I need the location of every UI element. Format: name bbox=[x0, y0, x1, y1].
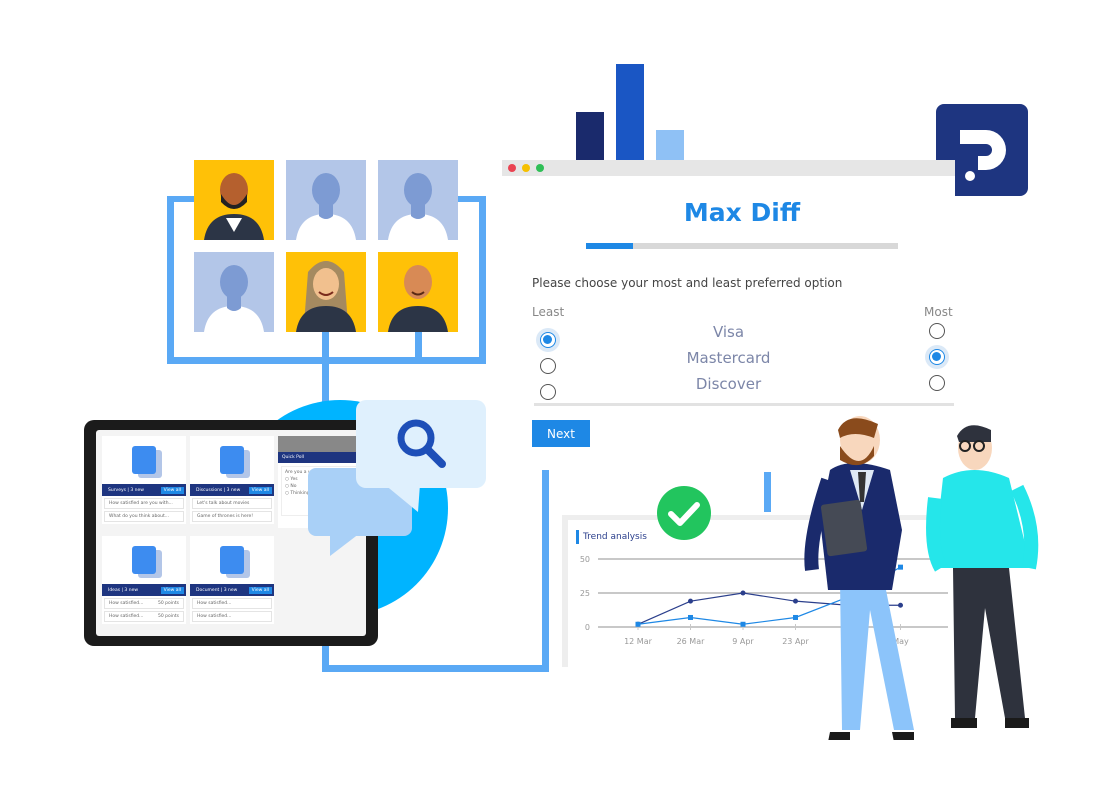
search-icon[interactable] bbox=[394, 416, 450, 472]
card-row[interactable]: How satisfied... bbox=[192, 611, 272, 622]
view-all-button[interactable]: View all bbox=[160, 586, 184, 594]
avatar-placeholder bbox=[378, 160, 458, 240]
option-label: Visa bbox=[712, 323, 745, 341]
data-point bbox=[635, 621, 641, 627]
most-radio[interactable] bbox=[929, 323, 945, 339]
dashboard-card: Ideas | 3 new View all How satisfied... 50… bbox=[102, 536, 186, 624]
least-label: Least bbox=[532, 305, 565, 319]
data-point bbox=[740, 621, 746, 627]
next-button[interactable]: Next bbox=[532, 420, 590, 447]
window-titlebar bbox=[502, 160, 955, 176]
bar-chart-graphic bbox=[576, 64, 686, 160]
avatar-man-bald bbox=[378, 252, 458, 332]
y-tick-label: 25 bbox=[580, 589, 590, 598]
x-tick-label: 12 Mar bbox=[624, 637, 653, 646]
chat-bubble-tail bbox=[330, 530, 364, 556]
data-point bbox=[688, 598, 693, 604]
card-row[interactable]: Game of thrones is here! bbox=[192, 511, 272, 522]
quick-poll-title: Quick Poll bbox=[278, 452, 362, 463]
card-title: Discussions | 3 new bbox=[196, 487, 241, 493]
x-tick-label: 26 Mar bbox=[677, 637, 706, 646]
view-all-button[interactable]: View all bbox=[160, 486, 184, 494]
card-row[interactable]: How satisfied... bbox=[192, 598, 272, 609]
card-row[interactable]: How satisfied... 50 points bbox=[104, 611, 184, 622]
minimize-dot[interactable] bbox=[522, 164, 530, 172]
lightbulb-icon bbox=[102, 536, 186, 584]
data-point bbox=[740, 590, 746, 596]
survey-title: Max Diff bbox=[683, 198, 801, 227]
avatar-placeholder bbox=[194, 252, 274, 332]
dashboard-card: Document | 3 new View all How satisfied..… bbox=[190, 536, 274, 624]
progress-bar bbox=[586, 243, 898, 249]
man-with-glasses-illustration bbox=[926, 425, 1039, 728]
x-tick-label: 9 Apr bbox=[732, 637, 754, 646]
dashboard-card: Discussions | 3 new View all Let's talk a… bbox=[190, 436, 274, 524]
option-label: Discover bbox=[695, 375, 762, 393]
view-all-button[interactable]: View all bbox=[248, 586, 272, 594]
folder-document-icon bbox=[190, 536, 274, 584]
card-title: Document | 3 new bbox=[196, 587, 238, 593]
maximize-dot[interactable] bbox=[536, 164, 544, 172]
data-point bbox=[688, 614, 693, 620]
card-title: Ideas | 3 new bbox=[108, 587, 139, 593]
question-prompt: Please choose your most and least prefer… bbox=[532, 276, 843, 290]
card-title: Surveys | 3 new bbox=[108, 487, 144, 493]
close-dot[interactable] bbox=[508, 164, 516, 172]
dashboard-card: Surveys | 3 new View all How satisfied ar… bbox=[102, 436, 186, 524]
card-row[interactable]: How satisfied... 50 points bbox=[104, 598, 184, 609]
avatar-woman bbox=[286, 252, 366, 332]
divider bbox=[534, 403, 954, 406]
y-tick-label: 0 bbox=[585, 623, 590, 632]
option-label: Mastercard bbox=[686, 349, 771, 367]
view-all-button[interactable]: View all bbox=[248, 486, 272, 494]
y-tick-label: 50 bbox=[580, 555, 590, 564]
survey-clipboard-icon bbox=[102, 436, 186, 484]
chat-bubbles-icon bbox=[190, 436, 274, 484]
card-row[interactable]: How satisfied are you with... bbox=[104, 498, 184, 509]
data-point bbox=[793, 598, 798, 604]
card-row[interactable]: Let's talk about movies bbox=[192, 498, 272, 509]
card-row[interactable]: What do you think about... bbox=[104, 511, 184, 522]
businessman-with-tablet-illustration bbox=[804, 416, 914, 740]
most-label: Most bbox=[924, 305, 953, 319]
data-point bbox=[793, 614, 798, 620]
avatar-man-beard bbox=[194, 160, 274, 240]
check-icon bbox=[657, 486, 711, 540]
most-radio[interactable] bbox=[929, 375, 945, 391]
avatar-placeholder bbox=[286, 160, 366, 240]
most-radio[interactable] bbox=[929, 349, 945, 365]
